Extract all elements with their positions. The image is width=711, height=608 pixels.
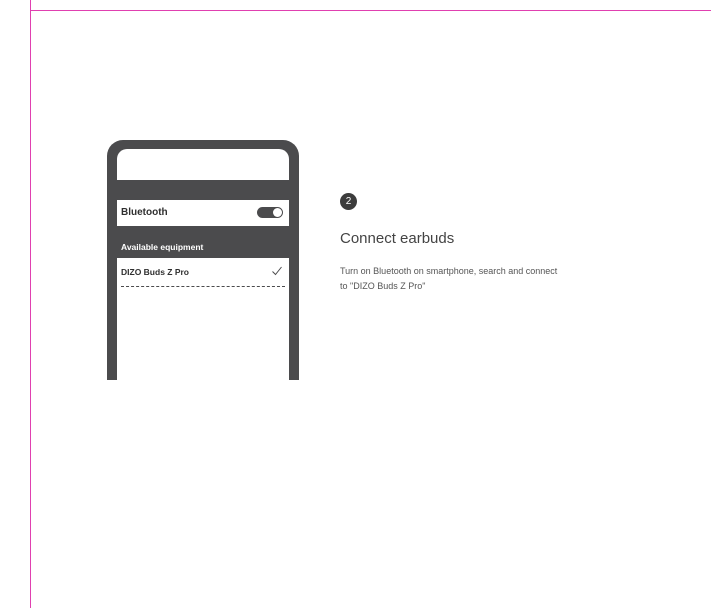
trim-line-top [30,10,711,11]
step-description-line-1: Turn on Bluetooth on smartphone, search … [340,266,558,276]
step-title: Connect earbuds [340,230,455,247]
manual-page: Bluetooth Available equipment DIZO Buds … [0,0,711,608]
available-equipment-label: Available equipment [121,242,204,252]
bluetooth-toggle [257,207,283,218]
device-list: DIZO Buds Z Pro [117,258,289,380]
device-row: DIZO Buds Z Pro [121,266,285,281]
phone-illustration: Bluetooth Available equipment DIZO Buds … [107,140,299,380]
step-description-line-2: to "DIZO Buds Z Pro" [340,281,426,291]
step-number-badge: 2 [340,193,357,210]
bluetooth-row: Bluetooth [117,200,289,226]
device-name: DIZO Buds Z Pro [121,267,189,277]
toggle-knob [273,208,282,217]
step-description: Turn on Bluetooth on smartphone, search … [340,264,660,294]
dashed-divider [121,286,285,287]
bluetooth-label: Bluetooth [121,207,168,218]
trim-line-left [30,0,31,608]
phone-status-area [117,149,289,180]
check-icon [272,266,282,276]
